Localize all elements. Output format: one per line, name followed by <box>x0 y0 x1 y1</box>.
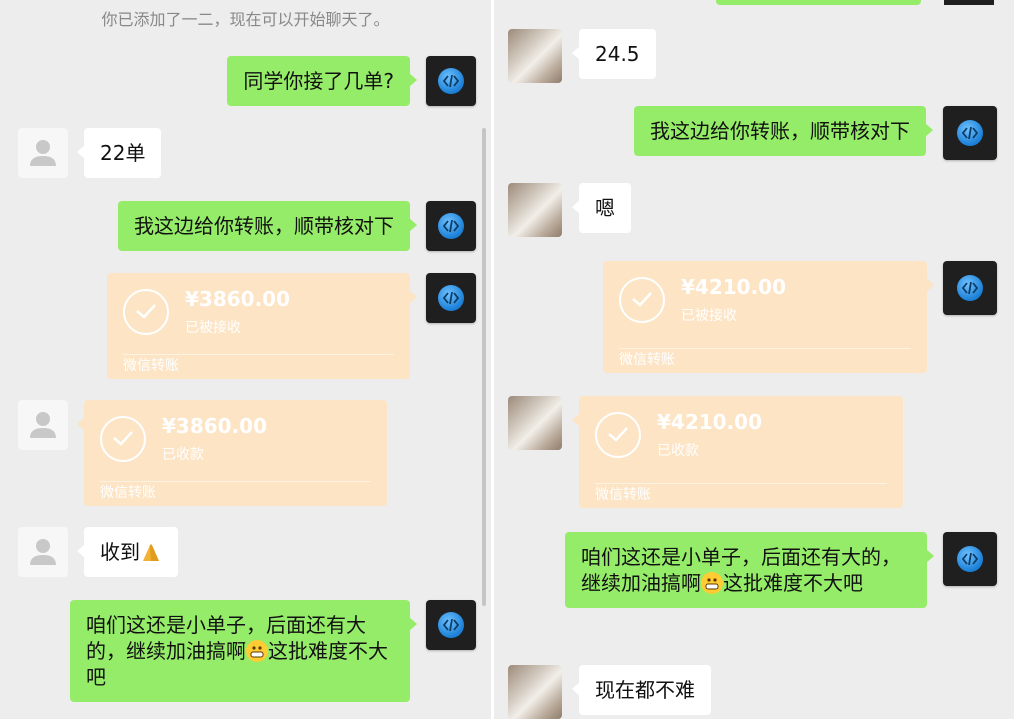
transfer-amount: ¥4210.00 <box>657 410 763 434</box>
my-avatar[interactable] <box>426 201 476 251</box>
message-bubble-outgoing[interactable]: 咱们这还是小单子，后面还有大的，继续加油搞啊 这批难度不大吧 <box>565 532 934 608</box>
my-avatar[interactable] <box>426 600 476 650</box>
message-text: 这批难度不大吧 <box>723 571 863 595</box>
message-bubble-incoming[interactable]: 24.5 <box>572 29 656 79</box>
contact-avatar[interactable] <box>18 400 68 450</box>
code-brackets-logo-icon <box>438 213 464 239</box>
transfer-card-incoming[interactable]: ¥4210.00 已收款 微信转账 <box>572 396 903 508</box>
transfer-status: 已被接收 <box>681 308 737 324</box>
chat-panel-right: 24.5 我这边给你转账，顺带核对下 嗯 ¥4210.00 已被接收 微信转账 … <box>494 0 1014 719</box>
contact-avatar[interactable] <box>18 527 68 577</box>
my-avatar[interactable] <box>426 273 476 323</box>
person-silhouette-icon <box>30 539 56 565</box>
contact-avatar-photo[interactable] <box>508 183 562 237</box>
message-bubble-outgoing-cropped[interactable] <box>716 0 921 5</box>
transfer-label: 微信转账 <box>100 485 156 501</box>
contact-avatar-photo[interactable] <box>508 665 562 719</box>
my-avatar[interactable] <box>943 532 997 586</box>
message-bubble-outgoing[interactable]: 咱们这还是小单子，后面还有大的，继续加油搞啊 这批难度不大吧 <box>70 600 417 702</box>
my-avatar[interactable] <box>943 106 997 160</box>
checkmark-circle-icon <box>595 412 641 458</box>
message-bubble-outgoing[interactable]: 我这边给你转账，顺带核对下 <box>118 201 417 251</box>
my-avatar-cropped[interactable] <box>944 0 994 5</box>
code-brackets-logo-icon <box>438 612 464 638</box>
folded-hands-emoji-icon <box>140 541 162 563</box>
message-text: 收到 <box>100 540 140 564</box>
checkmark-circle-icon <box>619 277 665 323</box>
message-bubble-incoming[interactable]: 嗯 <box>572 183 631 233</box>
transfer-amount: ¥4210.00 <box>681 275 787 299</box>
transfer-card-outgoing[interactable]: ¥4210.00 已被接收 微信转账 <box>603 261 934 373</box>
contact-avatar-photo[interactable] <box>508 29 562 83</box>
scrollbar[interactable] <box>482 128 486 606</box>
transfer-label: 微信转账 <box>123 358 179 374</box>
chat-panel-left: 你已添加了一二，现在可以开始聊天了。 同学你接了几单? 22单 我这边给你转账，… <box>0 0 491 719</box>
system-message: 你已添加了一二，现在可以开始聊天了。 <box>101 10 390 29</box>
contact-avatar[interactable] <box>18 128 68 178</box>
person-silhouette-icon <box>30 412 56 438</box>
transfer-label: 微信转账 <box>619 352 675 368</box>
checkmark-circle-icon <box>100 416 146 462</box>
code-brackets-logo-icon <box>957 546 983 572</box>
transfer-status: 已收款 <box>657 443 699 459</box>
transfer-card-incoming[interactable]: ¥3860.00 已收款 微信转账 <box>77 400 387 506</box>
my-avatar[interactable] <box>426 56 476 106</box>
my-avatar[interactable] <box>943 261 997 315</box>
code-brackets-logo-icon <box>438 285 464 311</box>
person-silhouette-icon <box>30 140 56 166</box>
message-bubble-outgoing[interactable]: 同学你接了几单? <box>227 56 417 106</box>
message-bubble-incoming[interactable]: 现在都不难 <box>572 665 711 715</box>
code-brackets-logo-icon <box>957 275 983 301</box>
code-brackets-logo-icon <box>438 68 464 94</box>
checkmark-circle-icon <box>123 289 169 335</box>
transfer-label: 微信转账 <box>595 487 651 503</box>
transfer-amount: ¥3860.00 <box>162 414 268 438</box>
contact-avatar-photo[interactable] <box>508 396 562 450</box>
grinning-face-emoji-icon <box>246 640 268 662</box>
transfer-card-outgoing[interactable]: ¥3860.00 已被接收 微信转账 <box>107 273 417 379</box>
transfer-status: 已收款 <box>162 447 204 463</box>
grinning-face-emoji-icon <box>701 572 723 594</box>
transfer-status: 已被接收 <box>185 320 241 336</box>
message-bubble-incoming[interactable]: 22单 <box>76 128 162 178</box>
code-brackets-logo-icon <box>957 120 983 146</box>
message-bubble-outgoing[interactable]: 我这边给你转账，顺带核对下 <box>634 106 933 156</box>
transfer-amount: ¥3860.00 <box>185 287 291 311</box>
message-bubble-incoming[interactable]: 收到 <box>77 527 178 577</box>
